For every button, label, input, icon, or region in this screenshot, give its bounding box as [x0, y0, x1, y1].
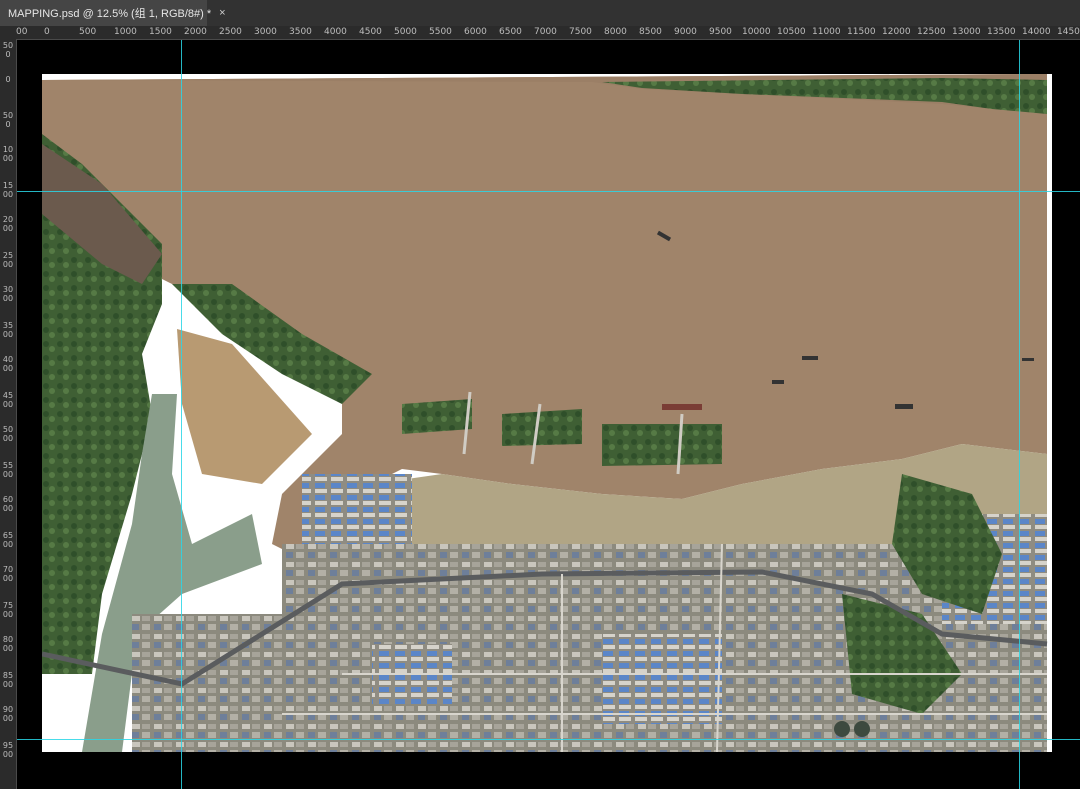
- canvas-area[interactable]: [17, 40, 1080, 789]
- boat: [895, 404, 913, 409]
- vertical-guide[interactable]: [181, 40, 182, 789]
- ruler-label: 8000: [604, 27, 627, 37]
- ruler-label: 11500: [847, 27, 876, 37]
- document-tab[interactable]: MAPPING.psd @ 12.5% (组 1, RGB/8#) * ×: [0, 0, 226, 26]
- industrial-blocks: [602, 634, 722, 724]
- ruler-label: 13000: [952, 27, 981, 37]
- ruler-label: 12000: [882, 27, 911, 37]
- ruler-label: 4500: [2, 391, 14, 409]
- ruler-label: 6500: [2, 531, 14, 549]
- ruler-label: 14000: [1022, 27, 1051, 37]
- ruler-label: 7500: [569, 27, 592, 37]
- vertical-guide[interactable]: [1019, 40, 1020, 789]
- ruler-label: 1500: [2, 181, 14, 199]
- ruler-label: 9000: [674, 27, 697, 37]
- ruler-label: 0: [44, 27, 50, 37]
- boat: [772, 380, 784, 384]
- boat: [802, 356, 818, 360]
- horizontal-guide[interactable]: [17, 739, 1080, 740]
- ruler-label: 6500: [499, 27, 522, 37]
- close-icon[interactable]: ×: [219, 7, 225, 19]
- ruler-label: 9500: [709, 27, 732, 37]
- ruler-label: 5000: [394, 27, 417, 37]
- ruler-label: 14500: [1057, 27, 1080, 37]
- ruler-label: 6000: [2, 495, 14, 513]
- ruler-label: 4500: [359, 27, 382, 37]
- ruler-label: 6000: [464, 27, 487, 37]
- shore-vegetation: [402, 399, 472, 434]
- horizontal-guide[interactable]: [17, 191, 1080, 192]
- ruler-label: 12500: [917, 27, 946, 37]
- shore-vegetation: [502, 409, 582, 446]
- ruler-label: 500: [2, 111, 14, 129]
- ruler-label: 500: [79, 27, 97, 37]
- ruler-label: 2500: [219, 27, 242, 37]
- document-tab-title: MAPPING.psd @ 12.5% (组 1, RGB/8#) *: [8, 8, 212, 20]
- ruler-label: 11000: [812, 27, 841, 37]
- ruler-label: 500: [2, 41, 14, 59]
- document-tab-bar: MAPPING.psd @ 12.5% (组 1, RGB/8#) * ×: [0, 0, 1080, 27]
- ruler-label: 10000: [742, 27, 771, 37]
- ruler-label: 8500: [2, 671, 14, 689]
- ruler-label: 13500: [987, 27, 1016, 37]
- industrial-blocks: [302, 474, 412, 544]
- urban-district: [132, 614, 292, 752]
- ruler-label: 3000: [2, 285, 14, 303]
- horizontal-ruler[interactable]: 00 0 500 1000 1500 2000 2500 3000 3500 4…: [16, 26, 1080, 40]
- ruler-label: 2500: [2, 251, 14, 269]
- ruler-label: 4000: [2, 355, 14, 373]
- ruler-label: 1000: [2, 145, 14, 163]
- ruler-label: 8500: [639, 27, 662, 37]
- barge: [662, 404, 702, 410]
- ruler-label: 7000: [2, 565, 14, 583]
- ruler-label: 3000: [254, 27, 277, 37]
- boat: [1022, 358, 1034, 361]
- ruler-label: 00: [16, 27, 28, 37]
- ruler-label: 2000: [184, 27, 207, 37]
- ruler-label: 1000: [114, 27, 137, 37]
- ruler-label: 9000: [2, 705, 14, 723]
- ruler-label: 2000: [2, 215, 14, 233]
- vertical-ruler[interactable]: 500 0 500 1000 1500 2000 2500 3000 3500 …: [0, 39, 17, 789]
- ruler-label: 9500: [2, 741, 14, 759]
- ruler-label: 3500: [289, 27, 312, 37]
- ruler-label: 3500: [2, 321, 14, 339]
- treatment-tank: [834, 721, 850, 737]
- ruler-label: 10500: [777, 27, 806, 37]
- ruler-label: 5000: [2, 425, 14, 443]
- ruler-label: 5500: [2, 461, 14, 479]
- ruler-label: 7500: [2, 601, 14, 619]
- ruler-label: 8000: [2, 635, 14, 653]
- document-canvas[interactable]: [41, 74, 1052, 753]
- ruler-label: 1500: [149, 27, 172, 37]
- aerial-map-image: [41, 74, 1052, 753]
- shore-vegetation: [602, 424, 722, 466]
- ruler-label: 5500: [429, 27, 452, 37]
- ruler-label: 4000: [324, 27, 347, 37]
- ruler-label: 7000: [534, 27, 557, 37]
- ruler-corner: [0, 26, 16, 39]
- treatment-tank: [854, 721, 870, 737]
- ruler-label: 0: [5, 75, 11, 84]
